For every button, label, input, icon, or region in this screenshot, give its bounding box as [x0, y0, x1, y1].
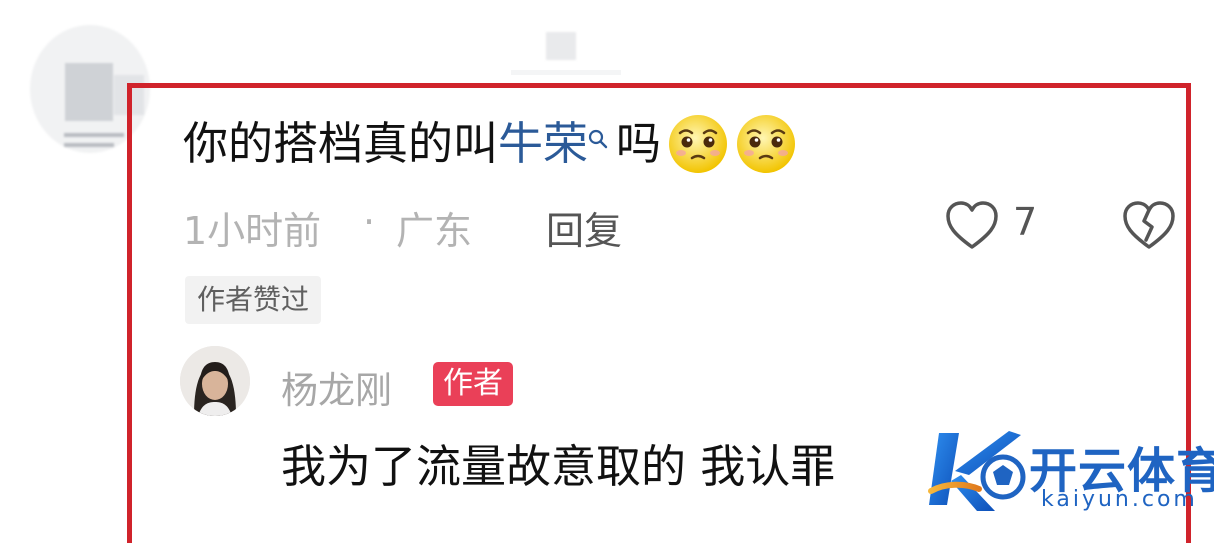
avatar-line [64, 143, 114, 147]
search-link[interactable]: 牛荣 [498, 114, 588, 174]
meta-separator: · [363, 200, 376, 244]
comment-text-part: 吗 [616, 117, 662, 170]
reply-button[interactable]: 回复 [546, 200, 622, 255]
author-reply-text: 我为了流量故意取的 我认罪 [281, 440, 836, 493]
pleading-face-icon [669, 115, 728, 173]
avatar-block [65, 63, 113, 121]
author-avatar[interactable] [180, 346, 250, 416]
blurred-element [546, 32, 576, 60]
watermark: 开云体育 kaiyun.com [925, 425, 1214, 520]
like-icon[interactable] [944, 200, 1000, 256]
comment-text: 你的搭档真的叫 牛荣 吗 [183, 113, 797, 175]
dislike-icon[interactable] [1121, 200, 1177, 256]
watermark-en: kaiyun.com [1041, 487, 1198, 512]
kaiyun-logo-icon [928, 431, 1026, 511]
blurred-divider [511, 70, 621, 75]
comment-time: 1小时前 [183, 209, 322, 253]
author-name[interactable]: 杨龙刚 [281, 360, 392, 414]
search-icon[interactable] [588, 127, 610, 161]
like-count: 7 [1013, 200, 1038, 244]
avatar-line [64, 133, 124, 137]
author-tag: 作者 [433, 362, 513, 406]
comment-location: 广东 [396, 209, 473, 253]
author-liked-badge: 作者赞过 [185, 276, 322, 324]
pleading-face-icon [737, 115, 796, 173]
comment-text-part: 你的搭档真的叫 [183, 117, 499, 170]
